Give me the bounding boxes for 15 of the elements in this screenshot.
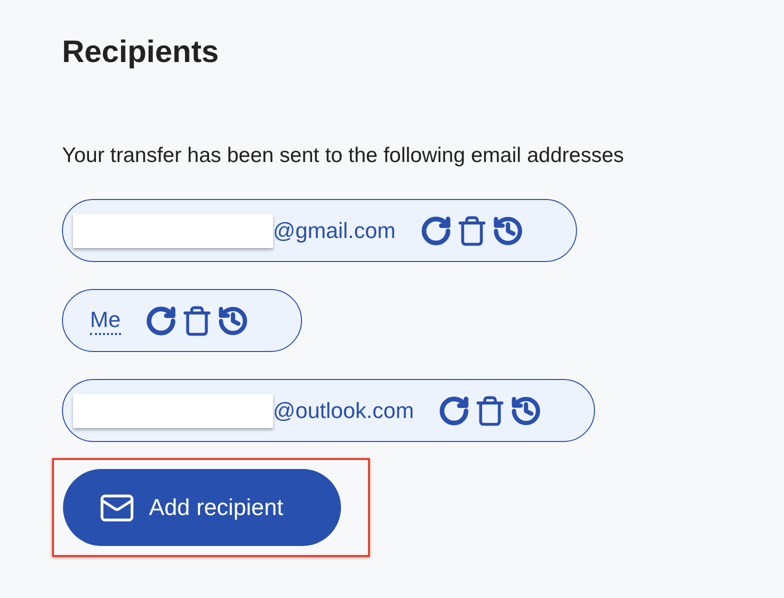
- history-icon[interactable]: [492, 214, 524, 246]
- resend-icon[interactable]: [438, 394, 470, 426]
- section-heading: Recipients: [62, 33, 219, 71]
- recipient-name: Me: [90, 306, 121, 334]
- intro-text: Your transfer has been sent to the following email addresses: [62, 143, 624, 169]
- trash-icon[interactable]: [180, 304, 213, 336]
- trash-icon[interactable]: [456, 214, 488, 246]
- recipient-email: @outlook.com: [273, 397, 414, 425]
- trash-icon[interactable]: [474, 394, 506, 426]
- history-icon[interactable]: [510, 394, 542, 426]
- resend-icon[interactable]: [144, 304, 177, 336]
- history-icon[interactable]: [216, 304, 249, 336]
- resend-icon[interactable]: [420, 214, 452, 246]
- add-recipient-button[interactable]: Add recipient: [63, 469, 341, 546]
- recipient-email: @gmail.com: [273, 217, 396, 245]
